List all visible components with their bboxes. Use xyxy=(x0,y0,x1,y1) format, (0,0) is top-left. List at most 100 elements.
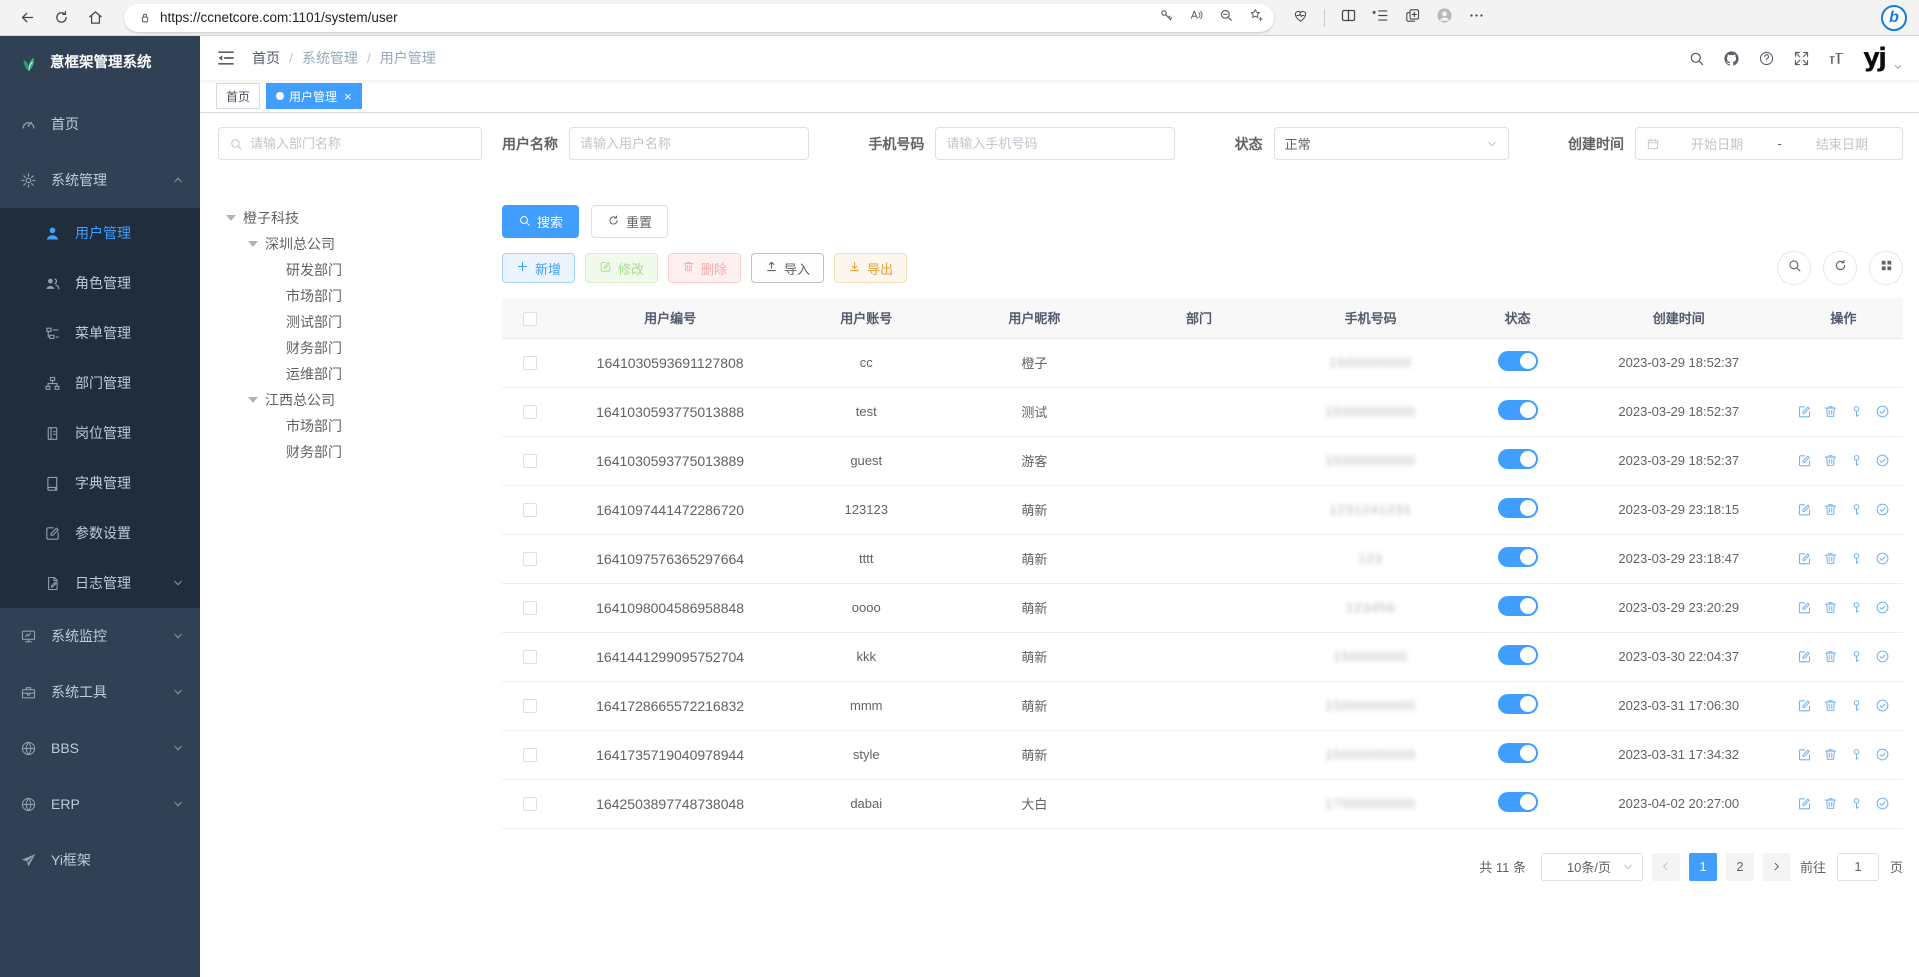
delete-button[interactable]: 删除 xyxy=(668,253,741,283)
sidebar-item-4[interactable]: 菜单管理 xyxy=(0,308,200,358)
reset-password-icon[interactable] xyxy=(1849,747,1864,762)
status-toggle[interactable] xyxy=(1498,792,1538,812)
trash-icon[interactable] xyxy=(1823,698,1838,713)
check-circle-icon[interactable] xyxy=(1875,502,1890,517)
status-toggle[interactable] xyxy=(1498,400,1538,420)
read-aloud-icon[interactable] xyxy=(1188,7,1204,28)
edit-icon[interactable] xyxy=(1797,404,1812,419)
essentials-icon[interactable] xyxy=(1292,7,1309,29)
chevron-down-icon[interactable] xyxy=(1893,59,1903,69)
import-button[interactable]: 导入 xyxy=(751,253,824,283)
question-icon[interactable] xyxy=(1758,50,1775,67)
page-size-select[interactable]: 10条/页 xyxy=(1541,853,1643,881)
add-button[interactable]: 新增 xyxy=(502,253,575,283)
refresh-icon[interactable] xyxy=(46,4,76,32)
status-toggle[interactable] xyxy=(1498,498,1538,518)
back-icon[interactable] xyxy=(12,4,42,32)
key-icon[interactable] xyxy=(1158,7,1174,28)
sidebar-item-1[interactable]: 系统管理 xyxy=(0,152,200,208)
row-checkbox[interactable] xyxy=(502,779,558,828)
profile-icon[interactable] xyxy=(1436,7,1453,29)
status-toggle[interactable] xyxy=(1498,743,1538,763)
end-date-placeholder[interactable]: 结束日期 xyxy=(1792,134,1892,153)
sidebar-item-5[interactable]: 部门管理 xyxy=(0,358,200,408)
check-circle-icon[interactable] xyxy=(1875,698,1890,713)
trash-icon[interactable] xyxy=(1823,600,1838,615)
row-checkbox[interactable] xyxy=(502,485,558,534)
hamburger-icon[interactable] xyxy=(216,48,236,68)
check-circle-icon[interactable] xyxy=(1875,453,1890,468)
reset-password-icon[interactable] xyxy=(1849,502,1864,517)
edit-icon[interactable] xyxy=(1797,747,1812,762)
home-icon[interactable] xyxy=(80,4,110,32)
sidebar-item-12[interactable]: BBS xyxy=(0,720,200,776)
sidebar-item-0[interactable]: 首页 xyxy=(0,96,200,152)
app-logo[interactable]: 意框架管理系统 xyxy=(0,36,200,86)
status-toggle[interactable] xyxy=(1498,694,1538,714)
row-checkbox[interactable] xyxy=(502,583,558,632)
tree-node-5[interactable]: 财务部门 xyxy=(218,335,482,361)
copilot-icon[interactable]: b xyxy=(1881,5,1907,31)
zoom-out-icon[interactable] xyxy=(1218,7,1234,28)
reset-password-icon[interactable] xyxy=(1849,649,1864,664)
dept-search-box[interactable] xyxy=(218,127,482,160)
search-button[interactable]: 搜索 xyxy=(502,205,579,238)
check-circle-icon[interactable] xyxy=(1875,649,1890,664)
date-range-picker[interactable]: 开始日期 - 结束日期 xyxy=(1635,127,1903,160)
tree-node-4[interactable]: 测试部门 xyxy=(218,309,482,335)
status-toggle[interactable] xyxy=(1498,351,1538,371)
status-toggle[interactable] xyxy=(1498,596,1538,616)
sidebar-item-2[interactable]: 用户管理 xyxy=(0,208,200,258)
reset-password-icon[interactable] xyxy=(1849,551,1864,566)
user-name-field[interactable] xyxy=(569,127,809,160)
refresh-circle-button[interactable] xyxy=(1823,251,1857,285)
github-icon[interactable] xyxy=(1723,50,1740,67)
row-checkbox[interactable] xyxy=(502,387,558,436)
sidebar-item-6[interactable]: 岗位管理 xyxy=(0,408,200,458)
grid-circle-button[interactable] xyxy=(1869,251,1903,285)
sidebar-item-10[interactable]: 系统监控 xyxy=(0,608,200,664)
tag-用户管理[interactable]: 用户管理× xyxy=(266,83,362,109)
trash-icon[interactable] xyxy=(1823,453,1838,468)
search-circle-button[interactable] xyxy=(1777,251,1811,285)
reset-password-icon[interactable] xyxy=(1849,600,1864,615)
status-select[interactable]: 正常 xyxy=(1274,127,1509,160)
sidebar-item-14[interactable]: Yi框架 xyxy=(0,832,200,888)
status-toggle[interactable] xyxy=(1498,645,1538,665)
check-circle-icon[interactable] xyxy=(1875,796,1890,811)
status-toggle[interactable] xyxy=(1498,547,1538,567)
sidebar-item-11[interactable]: 系统工具 xyxy=(0,664,200,720)
breadcrumb-item[interactable]: 系统管理 xyxy=(302,48,358,68)
row-checkbox[interactable] xyxy=(502,681,558,730)
fullscreen-icon[interactable] xyxy=(1793,50,1810,67)
check-circle-icon[interactable] xyxy=(1875,404,1890,419)
check-circle-icon[interactable] xyxy=(1875,600,1890,615)
url-bar[interactable]: https://ccnetcore.com:1101/system/user xyxy=(124,4,1274,32)
breadcrumb-item[interactable]: 首页 xyxy=(252,48,280,68)
search-icon[interactable] xyxy=(1688,50,1705,67)
next-page-button[interactable] xyxy=(1763,853,1791,881)
edit-icon[interactable] xyxy=(1797,551,1812,566)
phone-input[interactable] xyxy=(946,136,1164,151)
tree-node-8[interactable]: 市场部门 xyxy=(218,413,482,439)
tree-node-0[interactable]: 橙子科技 xyxy=(218,205,482,231)
edit-button[interactable]: 修改 xyxy=(585,253,658,283)
more-icon[interactable] xyxy=(1468,7,1485,29)
url-text[interactable]: https://ccnetcore.com:1101/system/user xyxy=(160,10,1158,25)
export-button[interactable]: 导出 xyxy=(834,253,907,283)
reset-password-icon[interactable] xyxy=(1849,404,1864,419)
sidebar-item-9[interactable]: 日志管理 xyxy=(0,558,200,608)
font-size-icon[interactable] xyxy=(1828,50,1845,67)
trash-icon[interactable] xyxy=(1823,649,1838,664)
trash-icon[interactable] xyxy=(1823,502,1838,517)
user-avatar-logo[interactable]: yj xyxy=(1863,45,1885,71)
status-toggle[interactable] xyxy=(1498,449,1538,469)
goto-page-input[interactable] xyxy=(1837,853,1879,881)
favorite-add-icon[interactable] xyxy=(1248,7,1264,28)
tree-node-6[interactable]: 运维部门 xyxy=(218,361,482,387)
sidebar-item-8[interactable]: 参数设置 xyxy=(0,508,200,558)
close-icon[interactable]: × xyxy=(344,89,352,104)
reset-password-icon[interactable] xyxy=(1849,453,1864,468)
page-button-2[interactable]: 2 xyxy=(1726,853,1754,881)
reset-password-icon[interactable] xyxy=(1849,796,1864,811)
